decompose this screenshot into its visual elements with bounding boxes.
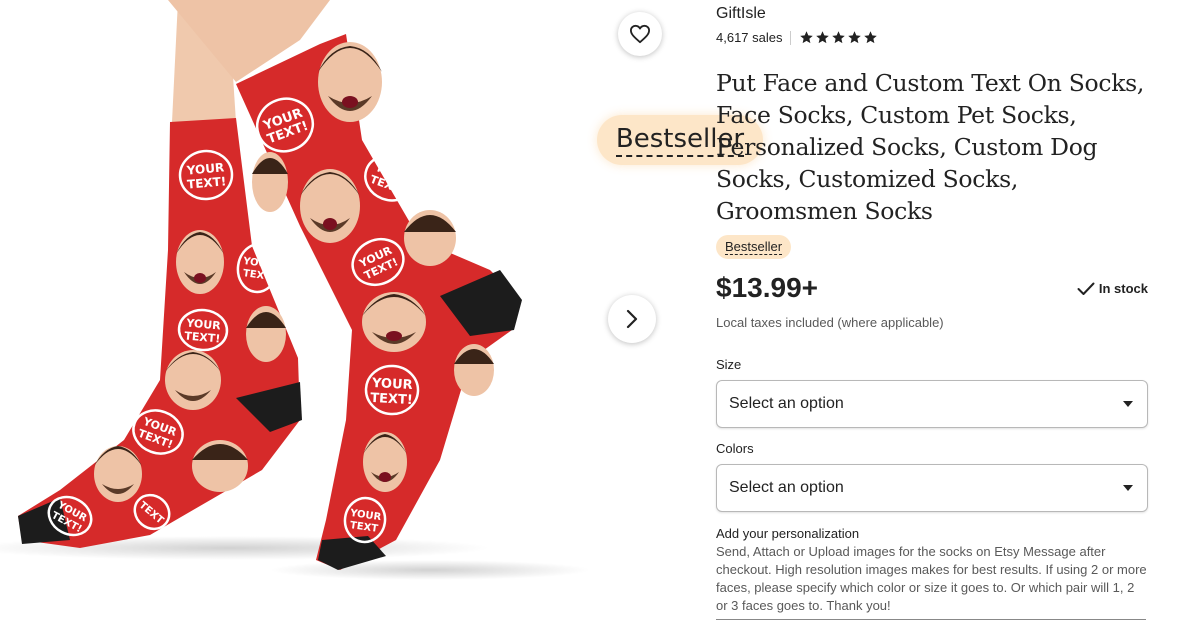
colors-label: Colors: [716, 441, 754, 456]
size-select[interactable]: Select an option: [716, 380, 1148, 428]
star-icon: [831, 31, 845, 44]
sales-rating-row: 4,617 sales: [716, 30, 878, 45]
star-icon: [847, 31, 861, 44]
star-rating[interactable]: [799, 30, 878, 45]
sales-count: 4,617 sales: [716, 30, 783, 45]
bestseller-badge[interactable]: Bestseller: [716, 235, 792, 259]
listing-info: GiftIsle 4,617 sales Put Face and Custom…: [716, 0, 1156, 622]
favorite-button[interactable]: [618, 12, 662, 56]
colors-select[interactable]: Select an option: [716, 464, 1148, 512]
personalization-input-edge[interactable]: [716, 619, 1146, 620]
price: $13.99+: [716, 272, 818, 303]
product-image-area[interactable]: YOUR TEXT! YOUR TEXT! YOUR TEXT! YOUR TEXT! …: [0, 0, 690, 622]
bestseller-badge-label: Bestseller: [725, 239, 783, 255]
stock-status: In stock: [1077, 281, 1148, 296]
stock-status-label: In stock: [1098, 281, 1148, 296]
listing-title: Put Face and Custom Text On Socks, Face …: [716, 69, 1145, 225]
star-icon: [815, 31, 829, 44]
personalization-instructions: Send, Attach or Upload images for the so…: [716, 544, 1147, 613]
checkmark-icon: [1077, 282, 1095, 295]
star-icon: [863, 31, 877, 44]
star-icon: [799, 31, 813, 44]
personalization-title: Add your personalization: [716, 526, 860, 541]
chevron-right-icon: [626, 309, 638, 329]
caret-down-icon: [1123, 485, 1133, 491]
product-image: YOURTEXT! YOURTEXT! YOURTEXT! YOURTEXT! …: [0, 0, 590, 580]
size-label: Size: [716, 357, 742, 372]
size-select-value: Select an option: [729, 395, 844, 412]
next-image-button[interactable]: [608, 295, 656, 343]
shop-name-link[interactable]: GiftIsle: [716, 5, 766, 23]
colors-select-value: Select an option: [729, 479, 844, 496]
caret-down-icon: [1123, 401, 1133, 407]
tax-note: Local taxes included (where applicable): [716, 315, 944, 330]
divider: [789, 30, 791, 45]
svg-text:TEXT!: TEXT!: [370, 391, 413, 408]
heart-icon: [630, 24, 650, 44]
